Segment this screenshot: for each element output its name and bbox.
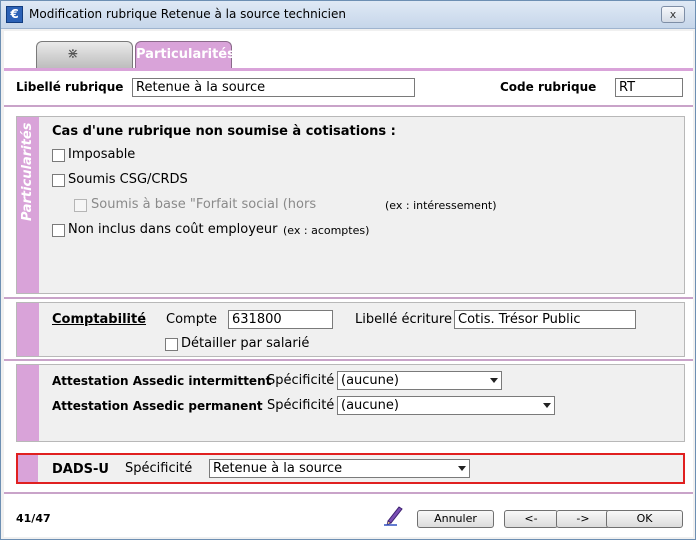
chevron-down-icon	[490, 378, 498, 383]
ok-button[interactable]: OK	[606, 510, 683, 528]
annuler-button[interactable]: Annuler	[417, 510, 494, 528]
chevron-down-icon	[458, 466, 466, 471]
code-rubrique-label: Code rubrique	[500, 80, 597, 94]
forfait-social-label: Soumis à base "Forfait social (hors	[91, 197, 317, 212]
close-button[interactable]: x	[661, 6, 685, 23]
panel-side-bar	[17, 365, 39, 441]
panel-side-bar: Particularités	[17, 117, 39, 293]
dads-label: DADS-U	[52, 462, 109, 477]
dialog-client: ⋇ Particularités Libellé rubrique Retenu…	[4, 31, 693, 537]
tab-particularites[interactable]: Particularités	[135, 41, 235, 69]
title-bar: € Modification rubrique Retenue à la sou…	[1, 1, 695, 29]
assedic-panel: Attestation Assedic intermittent Spécifi…	[16, 364, 685, 442]
forfait-social-note: (ex : intéressement)	[385, 199, 497, 212]
dads-specificite-select[interactable]: Retenue à la source	[209, 459, 470, 478]
imposable-label: Imposable	[68, 147, 136, 162]
csg-crds-label: Soumis CSG/CRDS	[68, 172, 188, 187]
tab-strip: ⋇ Particularités	[4, 31, 693, 69]
forfait-social-checkbox[interactable]	[74, 199, 87, 212]
tab-tool[interactable]: ⋇	[36, 41, 133, 68]
intermittent-specificite-label: Spécificité	[267, 373, 335, 388]
libelle-rubrique-input[interactable]: Retenue à la source	[132, 78, 415, 97]
tab-underline	[4, 68, 693, 71]
compte-label: Compte	[166, 312, 218, 327]
non-inclus-label: Non inclus dans coût employeur	[68, 222, 278, 237]
tool-lines-icon: ⋇	[67, 46, 79, 62]
assedic-intermittent-label: Attestation Assedic intermittent	[52, 374, 272, 388]
csg-crds-checkbox[interactable]	[52, 174, 65, 187]
panel-side-bar	[18, 455, 38, 482]
non-inclus-checkbox[interactable]	[52, 224, 65, 237]
intermittent-specificite-value: (aucune)	[341, 373, 399, 388]
permanent-specificite-select[interactable]: (aucune)	[337, 396, 555, 415]
intermittent-specificite-select[interactable]: (aucune)	[337, 371, 502, 390]
detailler-label: Détailler par salarié	[181, 336, 310, 351]
app-icon: €	[6, 6, 23, 23]
cotisations-panel: Particularités Cas d'une rubrique non so…	[16, 116, 685, 294]
permanent-specificite-value: (aucune)	[341, 398, 399, 413]
libelle-ecriture-input[interactable]: Cotis. Trésor Public	[454, 310, 636, 329]
permanent-specificite-label: Spécificité	[267, 398, 335, 413]
comptabilite-panel: Comptabilité Compte 631800 Libellé écrit…	[16, 302, 685, 357]
dads-panel: DADS-U Spécificité Retenue à la source	[16, 453, 685, 484]
previous-button[interactable]: <-	[504, 510, 558, 528]
libelle-ecriture-label: Libellé écriture	[355, 312, 452, 327]
libelle-rubrique-label: Libellé rubrique	[16, 80, 124, 94]
code-rubrique-input[interactable]: RT	[615, 78, 683, 97]
pencil-icon[interactable]	[384, 504, 404, 526]
chevron-down-icon	[543, 403, 551, 408]
section-separator-2	[4, 359, 693, 361]
particularites-side-label: Particularités	[20, 123, 35, 222]
section-separator-1	[4, 297, 693, 299]
dialog-window: € Modification rubrique Retenue à la sou…	[0, 0, 696, 540]
window-title: Modification rubrique Retenue à la sourc…	[29, 7, 346, 21]
imposable-checkbox[interactable]	[52, 149, 65, 162]
dads-specificite-label: Spécificité	[125, 461, 193, 476]
non-inclus-note: (ex : acomptes)	[283, 224, 370, 237]
assedic-permanent-label: Attestation Assedic permanent	[52, 399, 263, 413]
cotisations-title: Cas d'une rubrique non soumise à cotisat…	[52, 124, 396, 139]
compte-input[interactable]: 631800	[228, 310, 333, 329]
next-button[interactable]: ->	[556, 510, 610, 528]
record-counter: 41/47	[16, 512, 51, 525]
header-separator	[4, 105, 693, 107]
footer-separator	[4, 492, 693, 494]
panel-side-bar	[17, 303, 39, 356]
detailler-checkbox[interactable]	[165, 338, 178, 351]
dads-specificite-value: Retenue à la source	[213, 461, 343, 476]
comptabilite-title: Comptabilité	[52, 312, 147, 327]
